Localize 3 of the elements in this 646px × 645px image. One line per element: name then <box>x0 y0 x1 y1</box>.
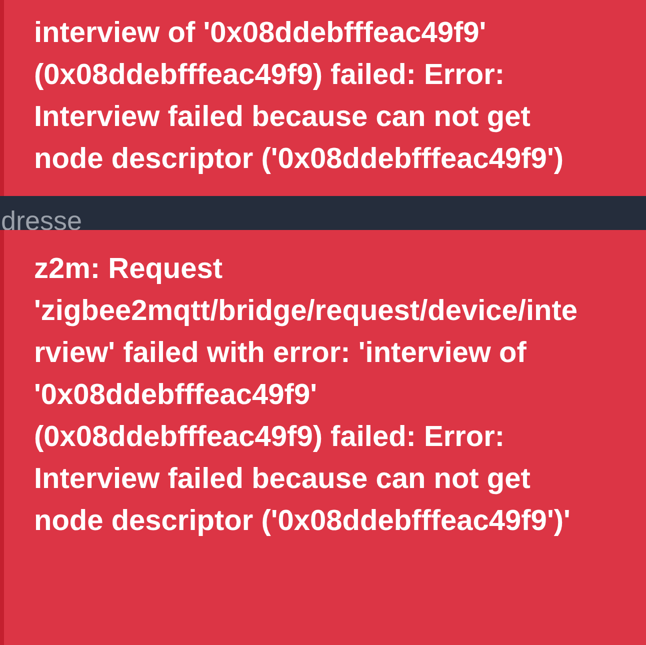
error-message: z2m: Request 'zigbee2mqtt/bridge/request/device/interview' failed with error: 'interview of '0x08ddebfffeac49f9' (0x08ddebfffeac49f9) failed: Error: Interview failed because can not get node descriptor ('0x08ddebfffeac49f9')' <box>34 252 579 539</box>
field-label: dresse <box>1 206 82 230</box>
error-message: interview of '0x08ddebfffeac49f9' (0x08ddebfffeac49f9) failed: Error: Interview failed because can not get node descriptor ('0x08ddebfffeac49f9') <box>34 16 564 177</box>
